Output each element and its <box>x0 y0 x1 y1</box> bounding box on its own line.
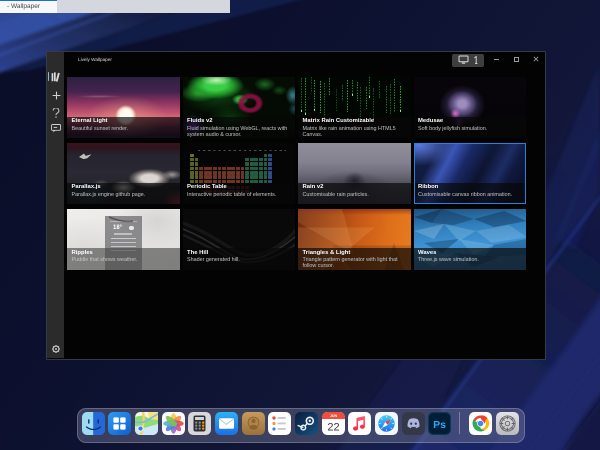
svg-text:JUN: JUN <box>330 414 338 418</box>
svg-text:Ps: Ps <box>433 418 446 430</box>
svg-text:22: 22 <box>327 421 339 433</box>
